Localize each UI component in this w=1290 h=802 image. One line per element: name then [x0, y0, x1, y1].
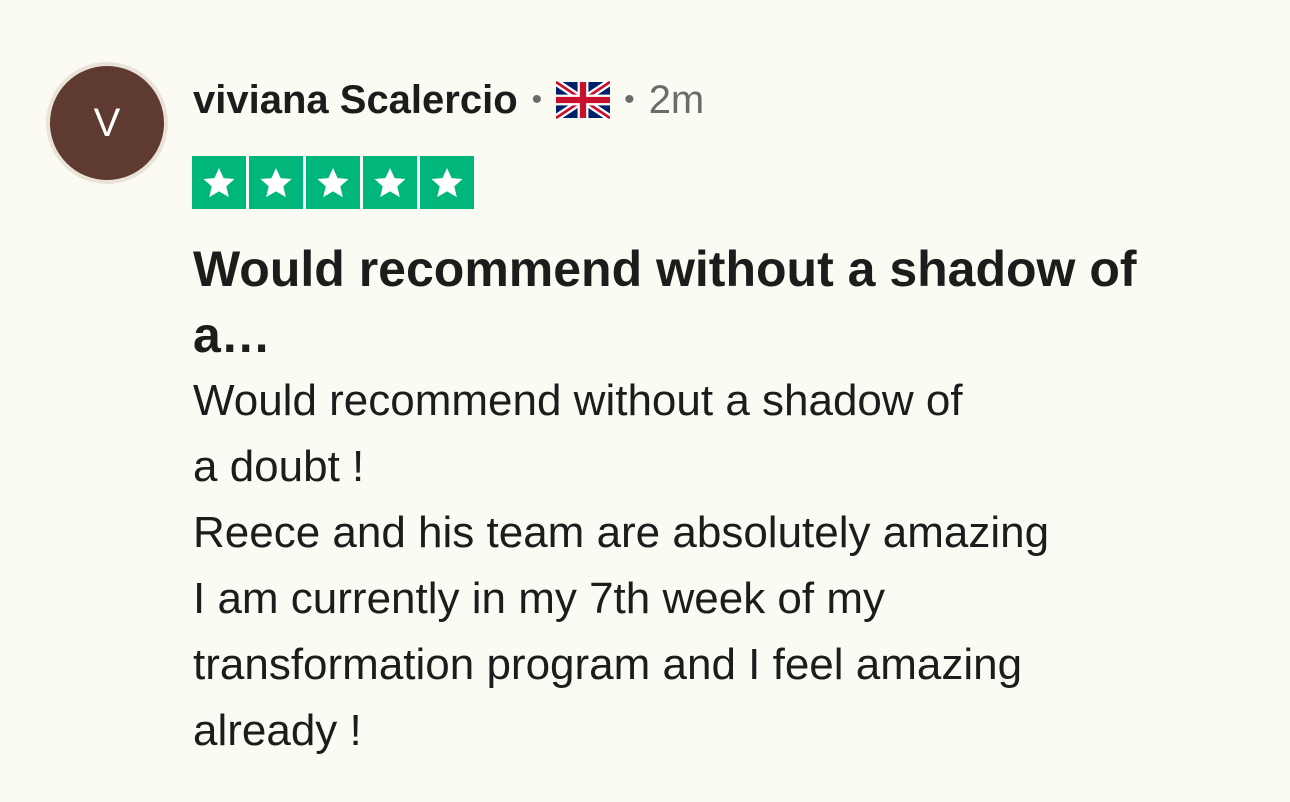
review-time: 2m: [648, 77, 705, 122]
uk-flag-icon: [554, 79, 613, 121]
review-body-line: a doubt !: [193, 442, 365, 491]
review-body-line: already !: [193, 706, 362, 755]
separator-dot: •: [624, 83, 635, 116]
review-body: Would recommend without a shadow of a dou…: [193, 368, 1253, 764]
star-icon: [420, 156, 474, 209]
review-body-line: Reece and his team are absolutely amazin…: [193, 508, 1050, 557]
star-icon: [363, 156, 417, 209]
star-icon: [306, 156, 360, 209]
avatar-initial: V: [50, 66, 164, 180]
review-body-line: Would recommend without a shadow of: [193, 376, 963, 425]
review-body-line: I am currently in my 7th week of my: [193, 574, 885, 623]
review-body-line: transformation program and I feel amazin…: [193, 640, 1023, 689]
star-icon: [192, 156, 246, 209]
star-icon: [249, 156, 303, 209]
separator-dot: •: [531, 83, 543, 116]
reviewer-name[interactable]: viviana Scalercio: [193, 78, 518, 123]
avatar[interactable]: V: [46, 62, 168, 184]
review-header: viviana Scalercio • • 2m: [193, 72, 704, 128]
review-title[interactable]: Would recommend without a shadow of a…: [193, 236, 1193, 368]
star-rating: [192, 156, 474, 209]
